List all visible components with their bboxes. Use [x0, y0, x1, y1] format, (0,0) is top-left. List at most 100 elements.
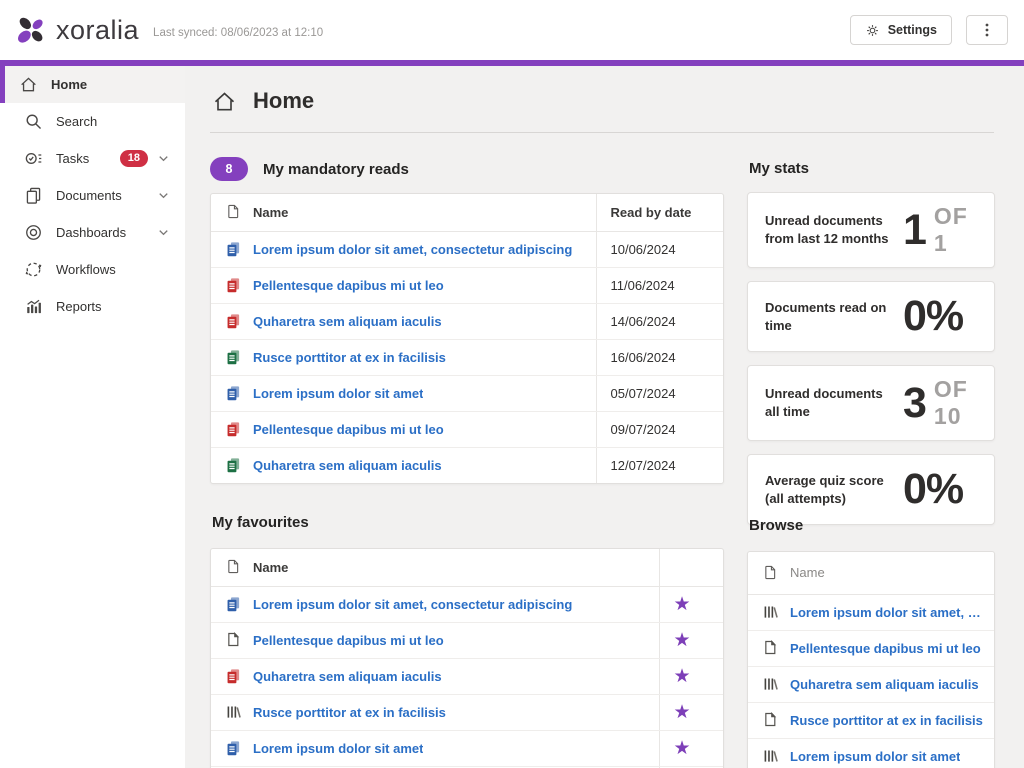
favourite-star-icon[interactable]: ★	[674, 738, 691, 759]
gear-icon	[865, 23, 880, 38]
reports-icon	[24, 297, 43, 316]
sidebar-item-label: Workflows	[56, 262, 116, 277]
browse-link[interactable]: Pellentesque dapibus mi ut leo	[790, 641, 981, 656]
stat-value: 1	[903, 206, 926, 255]
table-row: Lorem ipsum dolor sit amet ★	[211, 730, 723, 766]
table-row: Quharetra sem aliquam iaculis ★	[211, 658, 723, 694]
favourite-star-icon[interactable]: ★	[674, 594, 691, 615]
page-outline-icon	[225, 203, 242, 221]
mandatory-reads-title: My mandatory reads	[263, 161, 409, 178]
table-row: Lorem ipsum dolor sit amet 05/07/2024	[211, 375, 723, 411]
document-link[interactable]: Lorem ipsum dolor sit amet	[253, 386, 423, 401]
stat-card-unread-12-months: Unread documents from last 12 months 1 O…	[747, 192, 995, 268]
browse-link[interactable]: Rusce porttitor at ex in facilisis	[790, 713, 983, 728]
sidebar-item-dashboards[interactable]: Dashboards	[0, 214, 185, 251]
table-row: Quharetra sem aliquam iaculis 12/07/2024	[211, 447, 723, 483]
stat-value: 3	[903, 379, 926, 428]
search-icon	[24, 112, 43, 131]
document-link[interactable]: Rusce porttitor at ex in facilisis	[253, 350, 446, 365]
main-content: Home 8 My mandatory reads	[185, 66, 1024, 768]
sidebar-item-label: Dashboards	[56, 225, 126, 240]
more-options-button[interactable]	[966, 15, 1008, 45]
document-link[interactable]: Quharetra sem aliquam iaculis	[253, 458, 442, 473]
sidebar-item-home[interactable]: Home	[0, 66, 185, 103]
chevron-down-icon[interactable]	[156, 225, 171, 240]
stat-card-unread-all-time: Unread documents all time 3 OF 10	[747, 365, 995, 441]
document-link[interactable]: Lorem ipsum dolor sit amet	[253, 741, 423, 756]
mandatory-reads-count-badge: 8	[210, 157, 248, 181]
column-header-read-by-date: Read by date	[596, 194, 723, 231]
table-row: Pellentesque dapibus mi ut leo ★	[211, 622, 723, 658]
list-item: Lorem ipsum dolor sit amet, con…	[748, 594, 994, 630]
pdf-file-icon	[225, 312, 242, 330]
word-file-icon	[225, 384, 242, 402]
sidebar-item-label: Search	[56, 114, 97, 129]
last-synced-text: Last synced: 08/06/2023 at 12:10	[153, 27, 323, 39]
word-file-icon	[225, 595, 242, 613]
sidebar-item-search[interactable]: Search	[0, 103, 185, 140]
document-link[interactable]: Lorem ipsum dolor sit amet, consectetur …	[253, 597, 572, 612]
page-file-icon	[762, 711, 779, 729]
page-file-icon	[225, 631, 242, 649]
browse-link[interactable]: Quharetra sem aliquam iaculis	[790, 677, 979, 692]
kebab-menu-icon	[980, 22, 994, 38]
chevron-down-icon[interactable]	[156, 188, 171, 203]
library-icon	[225, 703, 242, 721]
app-window: xoralia Last synced: 08/06/2023 at 12:10…	[0, 0, 1024, 768]
page-file-icon	[762, 639, 779, 657]
mandatory-reads-table: Name Read by date Lorem ipsum dolor sit …	[210, 193, 724, 484]
page-outline-icon	[225, 558, 242, 576]
sidebar: Home Search Tasks 18 Documents	[0, 66, 185, 768]
sidebar-item-documents[interactable]: Documents	[0, 177, 185, 214]
tasks-icon	[24, 149, 43, 168]
favourite-star-icon[interactable]: ★	[674, 666, 691, 687]
favourite-star-icon[interactable]: ★	[674, 702, 691, 723]
top-bar: xoralia Last synced: 08/06/2023 at 12:10…	[0, 0, 1024, 60]
table-row: Rusce porttitor at ex in facilisis ★	[211, 694, 723, 730]
browse-title: Browse	[749, 517, 803, 534]
document-link[interactable]: Rusce porttitor at ex in facilisis	[253, 705, 446, 720]
library-icon	[762, 675, 779, 693]
favourites-title: My favourites	[212, 514, 309, 531]
document-link[interactable]: Pellentesque dapibus mi ut leo	[253, 278, 444, 293]
brand-logo-link[interactable]: xoralia	[14, 13, 139, 47]
document-link[interactable]: Quharetra sem aliquam iaculis	[253, 669, 442, 684]
document-link[interactable]: Lorem ipsum dolor sit amet, consectetur …	[253, 242, 572, 257]
pdf-file-icon	[225, 276, 242, 294]
xoralia-flower-logo-icon	[14, 13, 48, 47]
document-link[interactable]: Pellentesque dapibus mi ut leo	[253, 422, 444, 437]
stat-card-read-on-time: Documents read on time 0%	[747, 281, 995, 352]
table-row: Pellentesque dapibus mi ut leo 09/07/202…	[211, 411, 723, 447]
browse-link[interactable]: Lorem ipsum dolor sit amet, con…	[790, 605, 986, 620]
page-header: Home	[210, 84, 994, 133]
stat-label: Unread documents from last 12 months	[765, 212, 897, 247]
settings-button[interactable]: Settings	[850, 15, 952, 45]
favourite-star-icon[interactable]: ★	[674, 630, 691, 651]
read-by-date: 16/06/2024	[596, 339, 723, 375]
library-icon	[762, 747, 779, 765]
page-title: Home	[253, 88, 314, 114]
home-page-icon	[212, 89, 237, 114]
sidebar-item-workflows[interactable]: Workflows	[0, 251, 185, 288]
pdf-file-icon	[225, 667, 242, 685]
stat-value: 0%	[903, 465, 963, 514]
read-by-date: 14/06/2024	[596, 303, 723, 339]
excel-file-icon	[225, 456, 242, 474]
sidebar-item-tasks[interactable]: Tasks 18	[0, 140, 185, 177]
document-link[interactable]: Pellentesque dapibus mi ut leo	[253, 633, 444, 648]
library-icon	[762, 603, 779, 621]
column-header-name: Name	[253, 560, 288, 575]
browse-link[interactable]: Lorem ipsum dolor sit amet	[790, 749, 960, 764]
table-row: Lorem ipsum dolor sit amet, consectetur …	[211, 586, 723, 622]
table-row: Pellentesque dapibus mi ut leo 11/06/202…	[211, 267, 723, 303]
tasks-count-badge: 18	[120, 150, 148, 167]
list-item: Quharetra sem aliquam iaculis	[748, 666, 994, 702]
chevron-down-icon[interactable]	[156, 151, 171, 166]
brand-name: xoralia	[56, 15, 139, 46]
document-link[interactable]: Quharetra sem aliquam iaculis	[253, 314, 442, 329]
excel-file-icon	[225, 348, 242, 366]
stat-label: Documents read on time	[765, 299, 897, 334]
list-item: Pellentesque dapibus mi ut leo	[748, 630, 994, 666]
sidebar-item-label: Tasks	[56, 151, 89, 166]
sidebar-item-reports[interactable]: Reports	[0, 288, 185, 325]
